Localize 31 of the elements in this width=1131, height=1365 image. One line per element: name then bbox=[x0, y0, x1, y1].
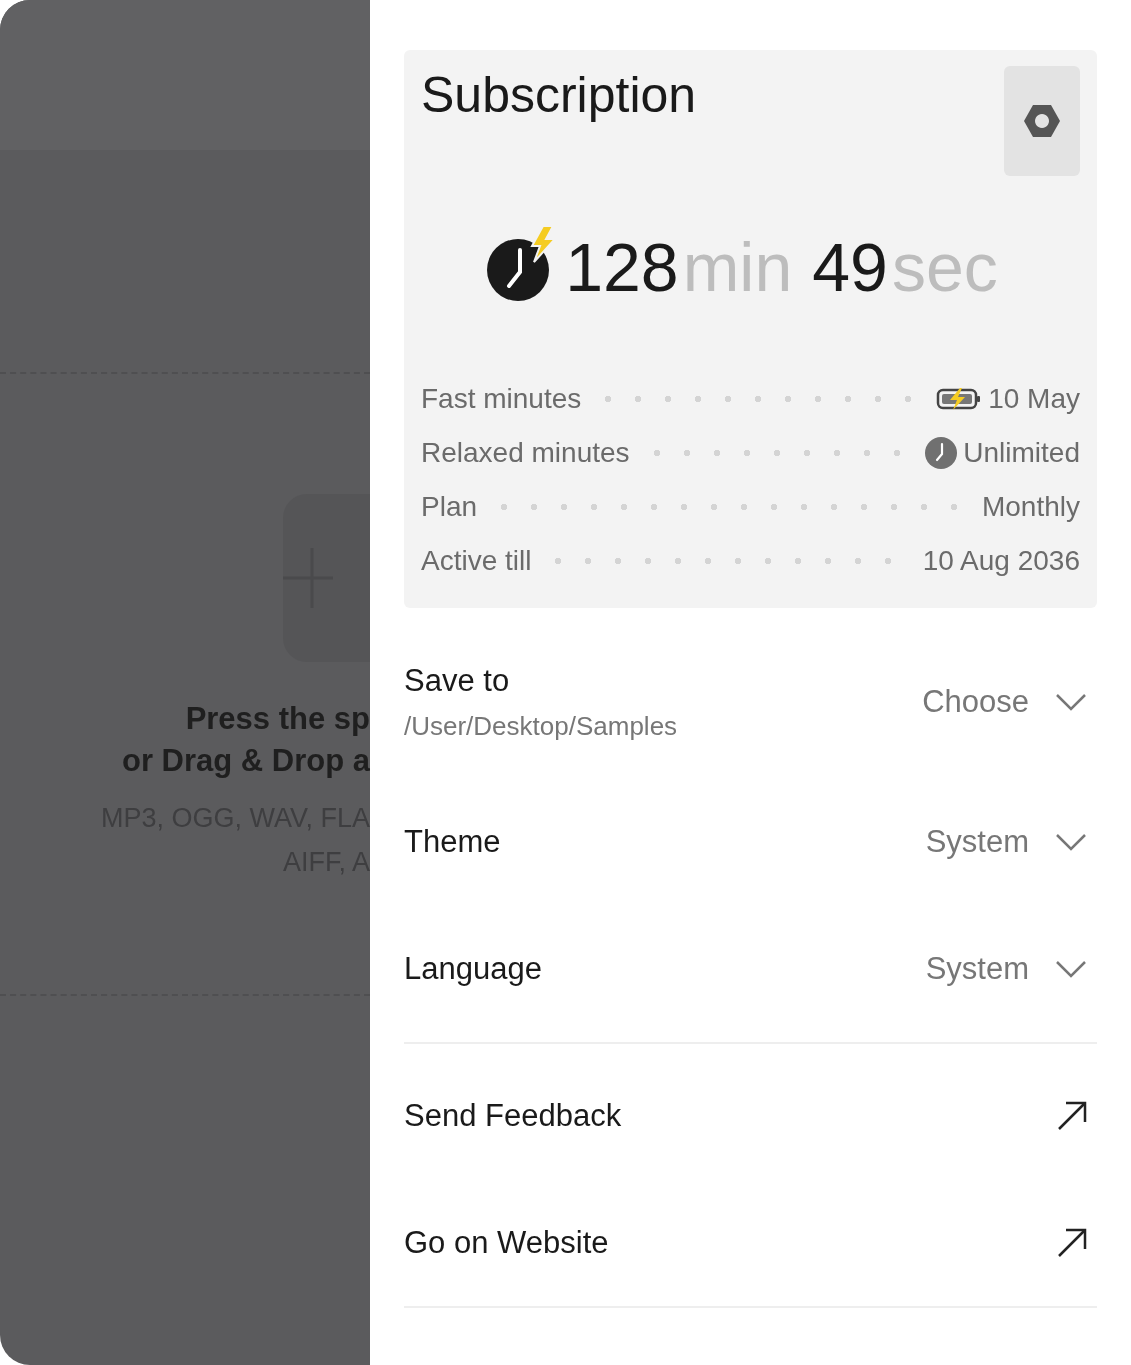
battery-icon bbox=[936, 387, 983, 411]
detail-label: Plan bbox=[421, 491, 478, 523]
arrow-up-right-icon bbox=[1057, 1227, 1087, 1258]
external-link[interactable]: Go on Website bbox=[404, 1179, 1097, 1306]
detail-label: Active till bbox=[421, 545, 532, 577]
chevron-down-icon bbox=[1055, 693, 1087, 711]
upload-hint: or Drag & Drop a bbox=[121, 742, 370, 780]
setting-label: Save to bbox=[404, 662, 511, 699]
chevron-down-icon bbox=[1055, 959, 1087, 978]
card-title: Subscription bbox=[421, 66, 697, 124]
setting-label: Language bbox=[404, 950, 542, 987]
dropdown-button[interactable]: System bbox=[925, 823, 1097, 860]
arrow-up-right-icon bbox=[1057, 1100, 1087, 1131]
chevron-down-icon bbox=[1055, 832, 1087, 851]
minutes-value: 128 bbox=[565, 232, 679, 302]
setting-label: Theme bbox=[404, 823, 501, 860]
detail-label: Relaxed minutes bbox=[421, 437, 630, 469]
settings-button[interactable] bbox=[1004, 66, 1080, 176]
dropdown-button[interactable]: Choose bbox=[922, 684, 1097, 720]
folder-path: /User/Desktop/Samples bbox=[404, 710, 678, 742]
detail-value: 10 Aug 2036 bbox=[922, 545, 1080, 577]
seconds-value: 49 bbox=[812, 232, 888, 302]
external-link[interactable]: Send Feedback bbox=[404, 1052, 1097, 1179]
dropdown-button[interactable]: System bbox=[925, 950, 1097, 987]
upload-hint: Press the sp bbox=[184, 700, 370, 738]
detail-value: 10 May bbox=[988, 383, 1080, 415]
detail-value: Unlimited bbox=[963, 437, 1080, 469]
settings-icon bbox=[1023, 104, 1061, 138]
clock-icon bbox=[925, 437, 958, 469]
detail-value: Monthly bbox=[981, 491, 1080, 523]
detail-label: Fast minutes bbox=[421, 383, 582, 415]
